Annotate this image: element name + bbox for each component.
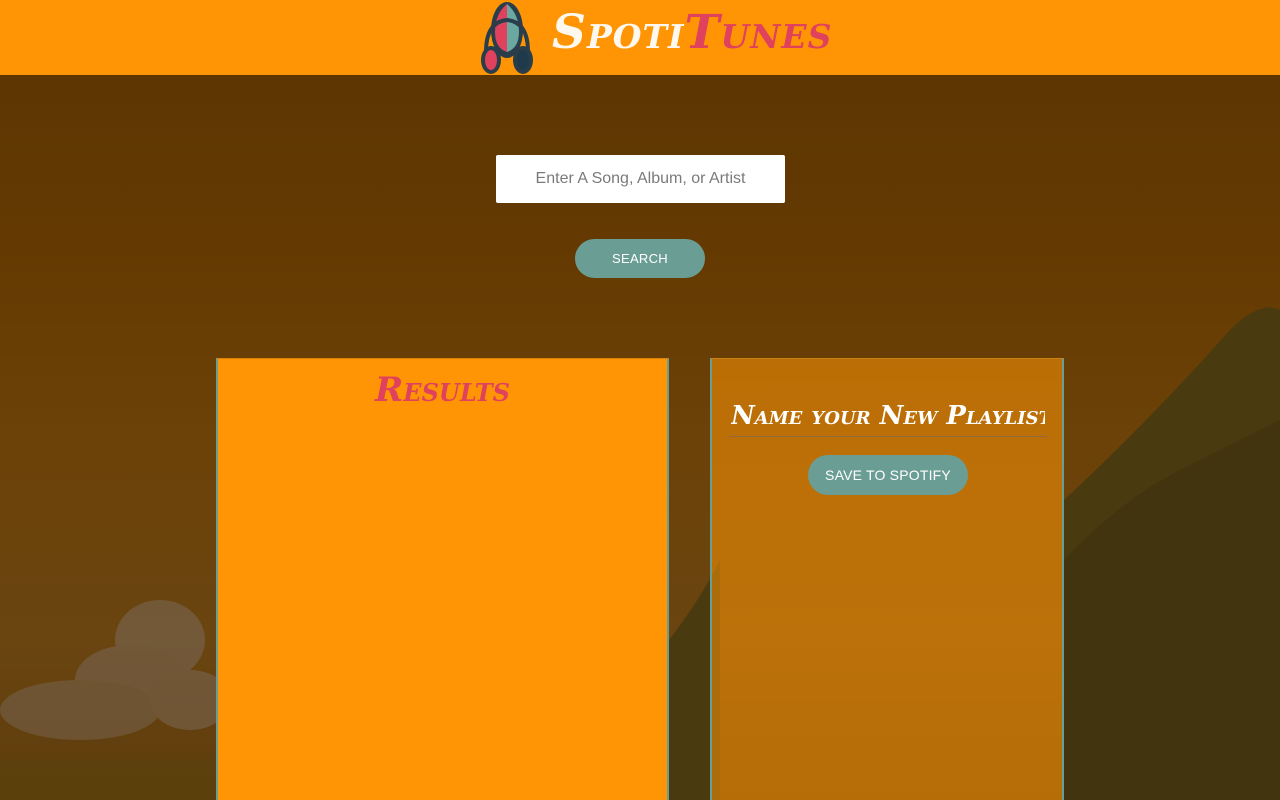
app-title-accent: Tunes [684,5,833,60]
search-button[interactable]: SEARCH [575,239,705,278]
search-input[interactable] [496,155,785,203]
top-header: SpotiTunes [0,0,1280,75]
app-title-primary: Spoti [552,5,685,60]
results-title: Results [375,370,510,410]
playlist-panel: SAVE TO SPOTIFY [710,358,1064,800]
headphones-icon [481,2,533,74]
results-panel: Results [216,358,669,800]
app-title: SpotiTunes [552,2,832,64]
playlist-name-input[interactable] [729,395,1047,437]
hill-shape [1064,307,1280,800]
save-to-spotify-button[interactable]: SAVE TO SPOTIFY [808,455,968,495]
cloud-shape [0,600,230,740]
